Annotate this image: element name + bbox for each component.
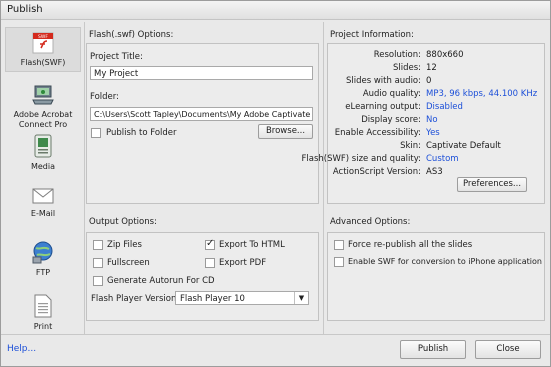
swf-size-quality-value[interactable]: Custom — [426, 154, 459, 164]
chevron-down-icon[interactable]: ▼ — [294, 292, 308, 304]
autorun-label: Generate Autorun For CD — [107, 276, 215, 286]
sidebar-item-label: Adobe Acrobat Connect Pro — [13, 110, 73, 129]
sidebar-item-print[interactable]: Print — [5, 294, 81, 336]
info-label: Slides with audio: — [345, 76, 421, 86]
enable-swf-iphone-label: Enable SWF for conversion to iPhone appl… — [348, 257, 542, 266]
resolution-value: 880x660 — [426, 50, 464, 60]
elearning-output-value[interactable]: Disabled — [426, 102, 463, 112]
dialog-footer: Help... Publish Close — [1, 335, 550, 366]
info-label: Enable Accessibility: — [334, 128, 421, 138]
zip-files-checkbox[interactable] — [93, 240, 103, 250]
audio-quality-value[interactable]: MP3, 96 kbps, 44.100 KHz — [426, 89, 537, 99]
fullscreen-checkbox[interactable] — [93, 258, 103, 268]
display-score-value[interactable]: No — [426, 115, 438, 125]
sidebar-item-label: Media — [30, 162, 56, 171]
info-label: Resolution: — [373, 50, 421, 60]
sidebar-divider — [84, 22, 85, 335]
sidebar-item-ftp[interactable]: FTP — [5, 240, 81, 282]
slides-with-audio-value: 0 — [426, 76, 432, 86]
skin-value: Captivate Default — [426, 141, 501, 151]
sidebar-item-label: Print — [33, 322, 53, 331]
print-icon — [34, 294, 52, 318]
publish-dialog: Publish SWF Flash(SWF) Adobe Acrobat Con… — [0, 0, 551, 367]
project-info-panel: Resolution: 880x660 Slides: 12 Slides wi… — [302, 43, 545, 204]
flash-options-header: Flash(.swf) Options: — [89, 30, 174, 40]
enable-swf-iphone-checkbox[interactable] — [334, 257, 344, 267]
flash-swf-icon: SWF — [32, 32, 54, 54]
autorun-checkbox[interactable] — [93, 276, 103, 286]
export-html-checkbox[interactable] — [205, 238, 215, 250]
flash-options-panel: Project Title: My Project Folder: C:\Use… — [86, 43, 319, 204]
publish-button[interactable]: Publish — [400, 340, 466, 359]
info-label: ActionScript Version: — [332, 167, 421, 177]
close-button[interactable]: Close — [475, 340, 541, 359]
project-title-input[interactable]: My Project — [90, 66, 313, 80]
slides-value: 12 — [426, 63, 437, 73]
info-label: Audio quality: — [362, 89, 421, 99]
dialog-title-bar: Publish — [1, 1, 550, 20]
browse-button[interactable]: Browse... — [258, 124, 313, 139]
publish-to-folder-checkbox[interactable] — [91, 128, 101, 138]
player-version-select[interactable]: Flash Player 10 ▼ — [175, 291, 309, 305]
svg-text:SWF: SWF — [38, 34, 48, 40]
media-icon — [34, 134, 52, 158]
sidebar-item-flash-swf[interactable]: SWF Flash(SWF) — [5, 27, 81, 72]
sidebar-item-email[interactable]: E-Mail — [5, 187, 81, 227]
info-label: Flash(SWF) size and quality: — [301, 154, 422, 164]
sidebar-item-media[interactable]: Media — [5, 134, 81, 180]
ftp-icon — [32, 241, 53, 264]
publish-target-sidebar: SWF Flash(SWF) Adobe Acrobat Connect Pro… — [5, 24, 81, 341]
force-republish-label: Force re-publish all the slides — [348, 240, 473, 250]
sidebar-item-label: FTP — [35, 268, 51, 277]
export-html-label: Export To HTML — [219, 240, 285, 250]
info-label: eLearning output: — [345, 102, 421, 112]
info-label: Slides: — [392, 63, 421, 73]
advanced-options-header: Advanced Options: — [330, 217, 411, 227]
output-options-header: Output Options: — [89, 217, 157, 227]
email-icon — [32, 188, 54, 204]
acrobat-connect-icon — [32, 85, 54, 105]
force-republish-checkbox[interactable] — [334, 240, 344, 250]
folder-label: Folder: — [90, 92, 119, 102]
info-label: Display score: — [361, 115, 421, 125]
project-title-label: Project Title: — [90, 52, 143, 62]
dialog-title: Publish — [7, 4, 43, 15]
project-info-header: Project Information: — [330, 30, 414, 40]
player-version-value: Flash Player 10 — [180, 294, 245, 304]
player-version-label: Flash Player Version: — [91, 294, 180, 304]
column-divider — [323, 22, 324, 335]
export-pdf-label: Export PDF — [219, 258, 267, 268]
enable-accessibility-value[interactable]: Yes — [426, 128, 440, 138]
actionscript-version-value: AS3 — [426, 167, 443, 177]
output-options-panel: Zip Files Export To HTML Fullscreen Expo… — [86, 232, 319, 321]
export-pdf-checkbox[interactable] — [205, 258, 215, 268]
help-link[interactable]: Help... — [7, 344, 36, 354]
advanced-options-panel: Force re-publish all the slides Enable S… — [327, 232, 545, 321]
zip-files-label: Zip Files — [107, 240, 142, 250]
folder-input[interactable]: C:\Users\Scott Tapley\Documents\My Adobe… — [90, 107, 313, 121]
sidebar-item-label: Flash(SWF) — [20, 58, 66, 67]
fullscreen-label: Fullscreen — [107, 258, 150, 268]
sidebar-item-label: E-Mail — [30, 209, 56, 218]
sidebar-item-acrobat-connect[interactable]: Adobe Acrobat Connect Pro — [5, 84, 81, 134]
preferences-button[interactable]: Preferences... — [457, 177, 527, 192]
info-label: Skin: — [400, 141, 421, 151]
publish-to-folder-label: Publish to Folder — [106, 128, 177, 138]
